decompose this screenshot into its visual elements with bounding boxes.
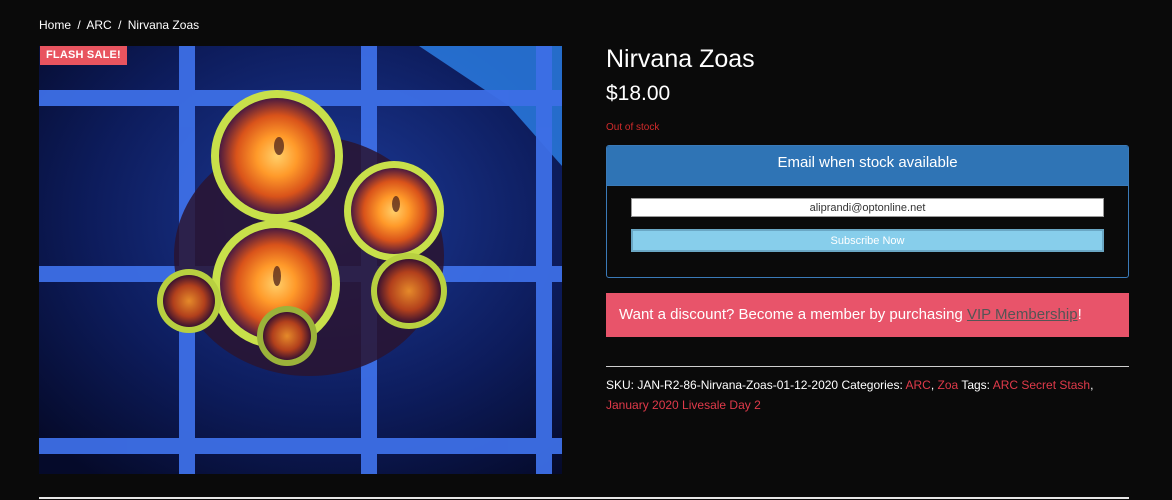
stock-status: Out of stock (606, 122, 660, 133)
stock-notify-box: Email when stock available Subscribe Now (606, 145, 1129, 278)
email-field[interactable] (631, 198, 1104, 217)
tags-label: Tags: (961, 378, 991, 392)
category-link[interactable]: Zoa (938, 378, 959, 392)
breadcrumb: Home / ARC / Nirvana Zoas (39, 18, 199, 32)
vip-membership-link[interactable]: VIP Membership (967, 306, 1078, 323)
breadcrumb-home-link[interactable]: Home (39, 18, 71, 32)
section-divider (39, 497, 1129, 499)
product-summary: Nirvana Zoas $18.00 Out of stock Email w… (606, 44, 1129, 415)
product-title: Nirvana Zoas (606, 45, 755, 73)
breadcrumb-category-link[interactable]: ARC (86, 18, 111, 32)
sku-value: JAN-R2-86-Nirvana-Zoas-01-12-2020 (637, 378, 839, 392)
discount-text: Want a discount? Become a member by purc… (619, 306, 967, 323)
tag-link[interactable]: ARC Secret Stash (993, 378, 1090, 392)
category-link[interactable]: ARC (906, 378, 931, 392)
coral-photo (39, 46, 562, 474)
flash-sale-badge: FLASH SALE! (40, 46, 127, 65)
breadcrumb-separator: / (77, 18, 81, 32)
stock-notify-form: Subscribe Now (607, 186, 1128, 252)
discount-banner: Want a discount? Become a member by purc… (606, 293, 1129, 337)
categories-label: Categories: (841, 378, 903, 392)
discount-suffix: ! (1077, 306, 1082, 323)
breadcrumb-separator: / (118, 18, 122, 32)
product-price: $18.00 (606, 82, 671, 105)
tag-link[interactable]: January 2020 Livesale Day 2 (606, 398, 761, 412)
product-image[interactable] (39, 46, 562, 474)
breadcrumb-current: Nirvana Zoas (127, 18, 200, 32)
stock-notify-header: Email when stock available (607, 146, 1128, 186)
product-meta: SKU: JAN-R2-86-Nirvana-Zoas-01-12-2020 C… (606, 378, 1094, 412)
subscribe-button[interactable]: Subscribe Now (631, 229, 1104, 252)
sku-label: SKU: (606, 378, 635, 392)
meta-divider (606, 366, 1129, 367)
